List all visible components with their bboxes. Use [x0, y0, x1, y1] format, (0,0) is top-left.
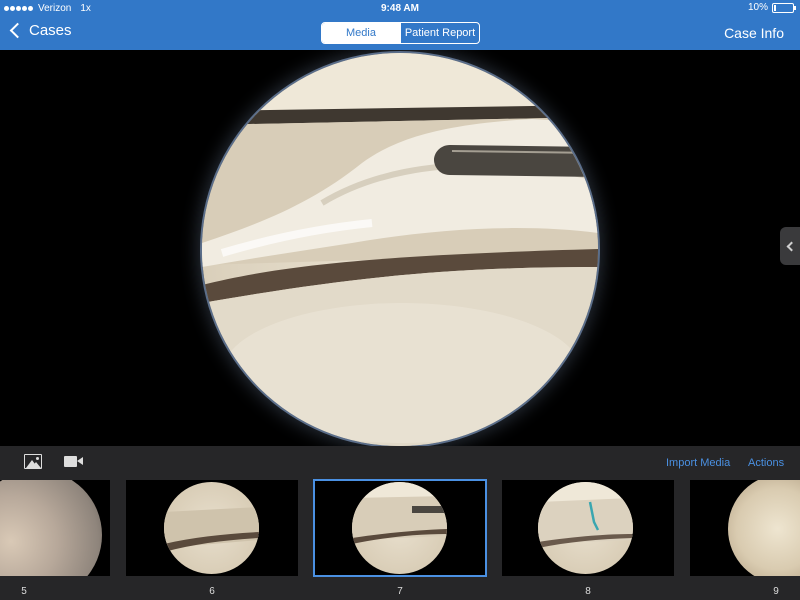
clock: 9:48 AM — [381, 3, 419, 14]
arthroscopy-scene — [202, 53, 598, 446]
battery-fill — [774, 4, 776, 11]
tab-media[interactable]: Media — [322, 23, 400, 43]
thumbnail-5[interactable] — [0, 480, 110, 576]
back-button-label: Cases — [29, 22, 72, 39]
side-panel-handle[interactable] — [780, 227, 800, 265]
media-viewer[interactable] — [0, 50, 800, 446]
thumbnail-8[interactable] — [502, 480, 674, 576]
thumbnail-number-5: 5 — [21, 586, 27, 597]
segmented-control: Media Patient Report — [321, 22, 480, 44]
arthroscopy-image — [202, 53, 598, 446]
tab-patient-report[interactable]: Patient Report — [400, 23, 479, 43]
case-info-button[interactable]: Case Info — [724, 25, 784, 41]
app-root: Verizon 1x 9:48 AM 10% Cases Media Patie… — [0, 0, 800, 600]
video-camera-icon[interactable] — [64, 456, 83, 467]
thumbnail-6[interactable] — [126, 480, 298, 576]
battery-icon — [772, 2, 796, 13]
chevron-left-icon — [786, 241, 797, 251]
status-right: 10% — [747, 2, 796, 13]
nav-bar: Cases Media Patient Report Case Info — [0, 16, 800, 50]
back-button[interactable]: Cases — [8, 22, 72, 39]
actions-button[interactable]: Actions — [748, 457, 784, 469]
top-bar: Verizon 1x 9:48 AM 10% Cases Media Patie… — [0, 0, 800, 50]
media-toolbar: Import Media Actions — [0, 446, 800, 478]
thumbnail-number-8: 8 — [585, 586, 591, 597]
thumbnail-number-7: 7 — [397, 586, 403, 597]
import-media-button[interactable]: Import Media — [666, 457, 730, 469]
thumbnail-7[interactable] — [313, 479, 487, 577]
photo-icon[interactable] — [24, 454, 42, 469]
thumbnail-number-6: 6 — [209, 586, 215, 597]
battery-percent: 10% — [747, 2, 768, 13]
thumbnail-number-9: 9 — [773, 586, 779, 597]
thumbnail-strip[interactable]: 5 6 7 8 9 — [0, 478, 800, 600]
status-bar: Verizon 1x 9:48 AM 10% — [0, 0, 800, 16]
thumbnail-9[interactable] — [690, 480, 800, 576]
chevron-left-icon — [9, 22, 26, 39]
